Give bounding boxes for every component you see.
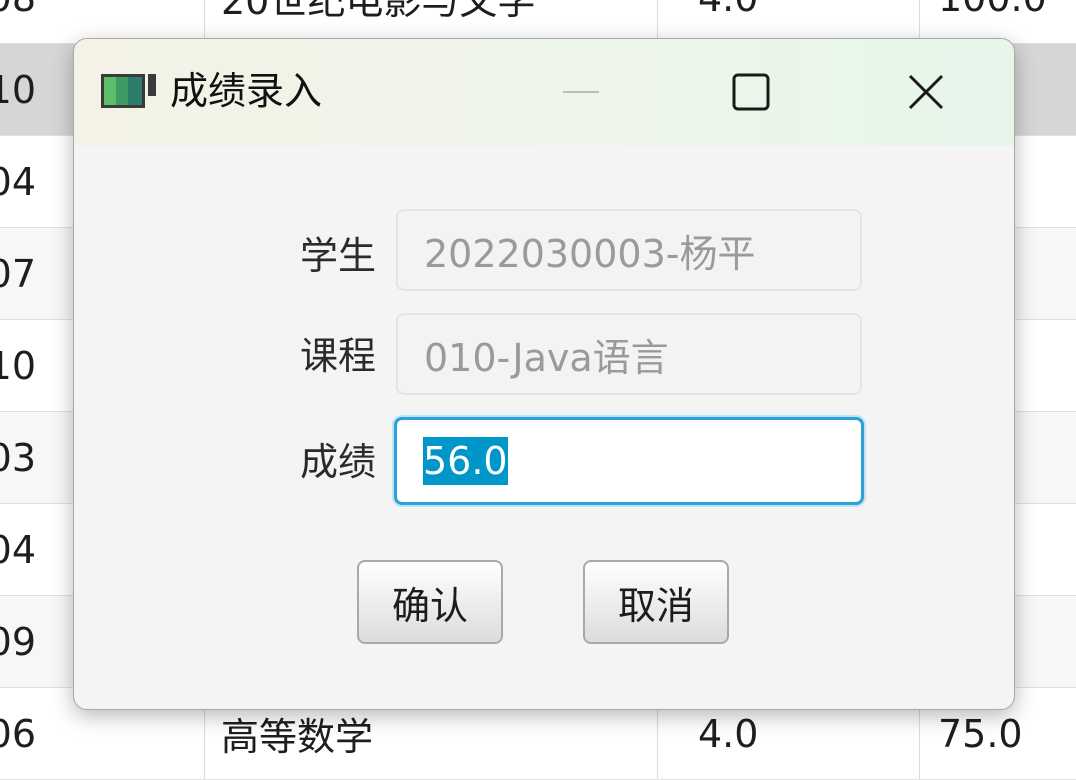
dialog-title: 成绩录入 (170, 69, 323, 113)
course-label: 课程 (299, 334, 376, 378)
close-button[interactable] (886, 59, 966, 125)
cancel-button[interactable]: 取消 (583, 560, 729, 644)
student-field[interactable]: 2022030003-杨平 (396, 209, 862, 291)
score-value-selected: 56.0 (423, 437, 508, 485)
title-bar[interactable]: 成绩录入 (74, 39, 1014, 146)
table-cell-id: 08 (0, 0, 205, 43)
score-label: 成绩 (299, 440, 376, 484)
minimize-button[interactable] (541, 59, 621, 125)
course-field[interactable]: 010-Java语言 (396, 313, 862, 395)
close-icon (908, 74, 944, 110)
table-cell-course: 20世纪电影与文学 (205, 0, 658, 43)
table-cell-credit: 4.0 (658, 0, 920, 43)
maximize-icon (732, 73, 770, 111)
minimize-icon (563, 91, 599, 93)
student-label: 学生 (299, 234, 376, 278)
maximize-button[interactable] (711, 59, 791, 125)
grade-entry-dialog: 成绩录入 学生 2022030003-杨平 课程 010-Java语言 成绩 5… (73, 38, 1015, 710)
app-icon (101, 74, 156, 108)
score-input[interactable]: 56.0 (394, 417, 864, 505)
confirm-button[interactable]: 确认 (357, 560, 503, 644)
table-cell-score: 100.0 (920, 0, 1076, 43)
